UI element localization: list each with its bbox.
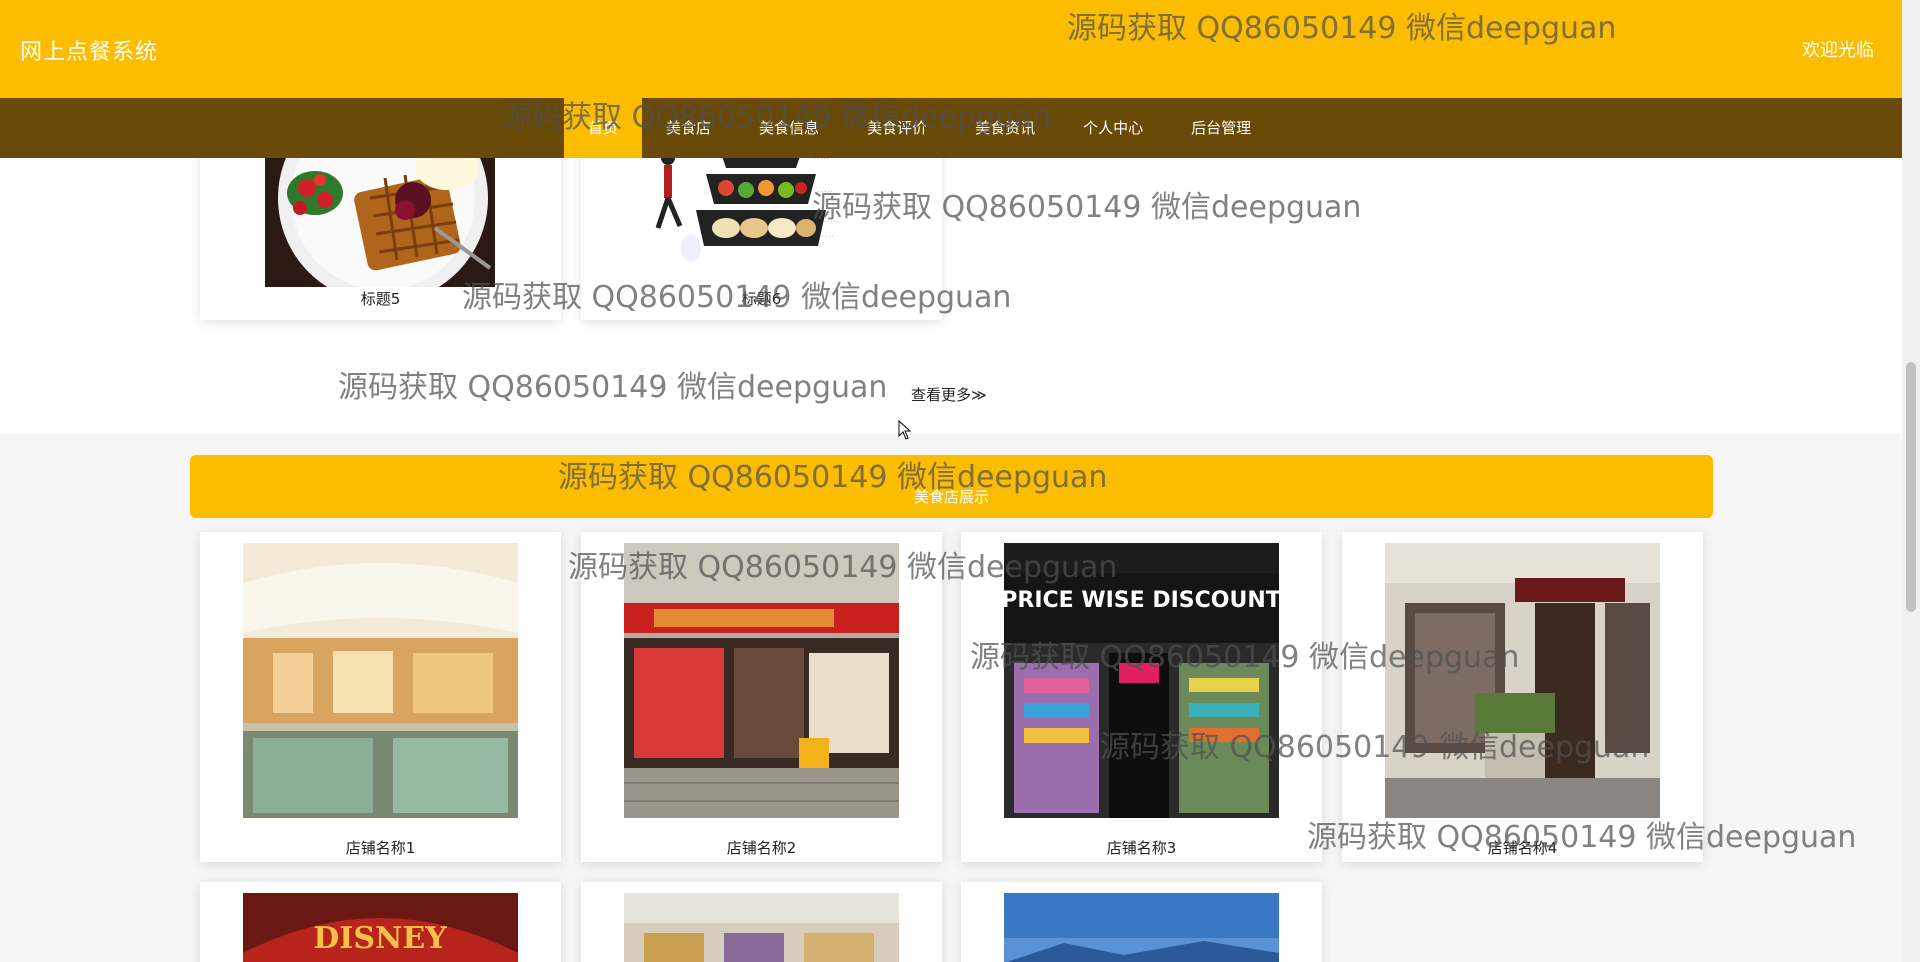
shop-image[interactable] xyxy=(1004,893,1279,962)
shop-card[interactable]: 店铺名称2 xyxy=(581,532,942,862)
shop-card-title[interactable]: 店铺名称4 xyxy=(1342,837,1703,858)
food-card[interactable]: 标题5 xyxy=(200,138,561,320)
nav-item-admin[interactable]: 后台管理 xyxy=(1167,98,1275,158)
food-card[interactable]: · · · · ·· · · · · · · · · ·· · · · · · … xyxy=(581,138,942,320)
shop-image[interactable]: DISNEY xyxy=(243,893,518,962)
food-card-title[interactable]: 标题6 xyxy=(581,288,942,309)
svg-text:DISNEY: DISNEY xyxy=(313,921,447,956)
welcome-text: 欢迎光临 xyxy=(1802,40,1874,61)
shop-image[interactable] xyxy=(1385,543,1660,818)
svg-text:PRICE WISE DISCOUNT: PRICE WISE DISCOUNT xyxy=(1004,588,1279,613)
shop-image[interactable] xyxy=(624,543,899,818)
shop-card-title[interactable]: 店铺名称2 xyxy=(581,837,942,858)
nav-item-food-news[interactable]: 美食资讯 xyxy=(951,98,1059,158)
food-image[interactable] xyxy=(265,138,495,287)
shop-image[interactable] xyxy=(243,543,518,818)
shop-section-header: 美食店展示 xyxy=(190,455,1713,518)
mouse-cursor-icon xyxy=(898,420,912,440)
shop-card[interactable] xyxy=(581,882,942,962)
nav-item-shops[interactable]: 美食店 xyxy=(642,98,735,158)
shop-section-title: 美食店展示 xyxy=(913,488,989,506)
shop-image[interactable] xyxy=(624,893,899,962)
shop-card-title[interactable]: 店铺名称1 xyxy=(200,837,561,858)
nav-item-food-reviews[interactable]: 美食评价 xyxy=(843,98,951,158)
food-card-title[interactable]: 标题5 xyxy=(200,288,561,309)
shop-card-title[interactable]: 店铺名称3 xyxy=(961,837,1322,858)
shop-card[interactable]: 店铺名称1 xyxy=(200,532,561,862)
food-image[interactable]: · · · · ·· · · · · · · · · ·· · · · · · … xyxy=(646,138,876,287)
svg-text:· · · ·: · · · · xyxy=(822,234,834,240)
shop-card[interactable]: 店铺名称4 xyxy=(1342,532,1703,862)
nav-item-food-info[interactable]: 美食信息 xyxy=(735,98,843,158)
nav-item-home[interactable]: 首页 xyxy=(564,98,643,158)
main-nav: 首页 美食店 美食信息 美食评价 美食资讯 个人中心 后台管理 xyxy=(0,98,1902,158)
svg-text:· · · · ·: · · · · · xyxy=(818,189,833,195)
shop-card[interactable] xyxy=(961,882,1322,962)
view-more-link[interactable]: 查看更多≫ xyxy=(911,384,987,405)
shop-card[interactable]: DISNEY xyxy=(200,882,561,962)
nav-item-profile[interactable]: 个人中心 xyxy=(1059,98,1167,158)
page-content: 标题5 · · · · · · · · · · · · · · · · · · … xyxy=(0,138,1902,962)
shop-image[interactable]: PRICE WISE DISCOUNT xyxy=(1004,543,1279,818)
food-section: 标题5 · · · · · · · · · · · · · · · · · · … xyxy=(0,138,1902,434)
page-scrollbar[interactable] xyxy=(1902,0,1920,962)
svg-text:· · · · ·: · · · · · xyxy=(824,219,839,225)
site-title[interactable]: 网上点餐系统 xyxy=(20,34,158,66)
scrollbar-thumb[interactable] xyxy=(1906,362,1916,612)
top-header: 网上点餐系统 欢迎光临 xyxy=(0,0,1902,98)
shop-card[interactable]: PRICE WISE DISCOUNT 店铺名称3 xyxy=(961,532,1322,862)
